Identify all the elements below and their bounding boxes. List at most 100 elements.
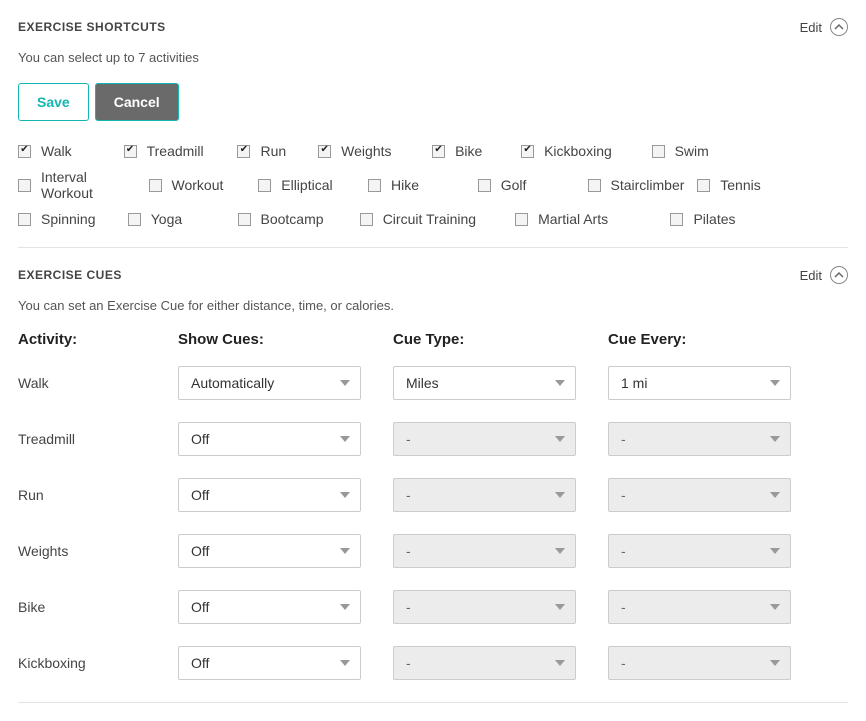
select-value: Off: [191, 487, 209, 503]
show-cues-select[interactable]: Automatically: [178, 366, 361, 400]
show-cues-select[interactable]: Off: [178, 422, 361, 456]
checkbox-icon: [697, 179, 710, 192]
chevron-down-icon: [340, 380, 350, 386]
show-cues-select[interactable]: Off: [178, 646, 361, 680]
checkbox-icon: [432, 145, 445, 158]
checkbox-icon: [124, 145, 137, 158]
shortcut-checkbox-tennis[interactable]: Tennis: [697, 169, 801, 201]
checkbox-label: Walk: [41, 143, 72, 159]
header-cue-type: Cue Type:: [393, 331, 608, 348]
shortcut-checkbox-circuit-training[interactable]: Circuit Training: [360, 211, 509, 227]
cue-row: TreadmillOff--: [18, 422, 848, 456]
edit-label: Edit: [800, 20, 822, 35]
cancel-button[interactable]: Cancel: [95, 83, 179, 121]
shortcut-checkbox-elliptical[interactable]: Elliptical: [258, 169, 362, 201]
select-value: -: [621, 655, 626, 671]
checkbox-label: Yoga: [151, 211, 182, 227]
checkbox-label: Stairclimber: [611, 177, 685, 193]
checkbox-label: Pilates: [693, 211, 735, 227]
chevron-down-icon: [770, 604, 780, 610]
chevron-down-icon: [770, 436, 780, 442]
select-value: -: [621, 431, 626, 447]
shortcuts-checkbox-grid: Walk Treadmill Run Weights Bike Kickboxing Swi…: [18, 143, 848, 227]
checkbox-label: Circuit Training: [383, 211, 476, 227]
select-value: -: [406, 543, 411, 559]
checkbox-icon: [368, 179, 381, 192]
select-value: Off: [191, 599, 209, 615]
checkbox-icon: [588, 179, 601, 192]
chevron-up-icon: [830, 18, 848, 36]
shortcut-checkbox-hike[interactable]: Hike: [368, 169, 472, 201]
cue-activity-label: Kickboxing: [18, 655, 178, 671]
cue-every-select: -: [608, 646, 791, 680]
checkbox-icon: [360, 213, 373, 226]
cues-edit-toggle[interactable]: Edit: [800, 266, 848, 284]
shortcut-checkbox-interval-workout[interactable]: Interval Workout: [18, 169, 143, 201]
show-cues-select[interactable]: Off: [178, 534, 361, 568]
checkbox-icon: [237, 145, 250, 158]
show-cues-select[interactable]: Off: [178, 590, 361, 624]
cue-type-select: -: [393, 534, 576, 568]
cue-row: BikeOff--: [18, 590, 848, 624]
cue-type-select: -: [393, 590, 576, 624]
select-value: Off: [191, 543, 209, 559]
shortcut-checkbox-swim[interactable]: Swim: [652, 143, 743, 159]
select-value: Automatically: [191, 375, 274, 391]
cue-type-select: -: [393, 422, 576, 456]
chevron-down-icon: [555, 604, 565, 610]
shortcut-checkbox-workout[interactable]: Workout: [149, 169, 253, 201]
shortcut-checkbox-pilates[interactable]: Pilates: [670, 211, 786, 227]
cues-column-headers: Activity: Show Cues: Cue Type: Cue Every…: [18, 331, 848, 348]
shortcut-checkbox-weights[interactable]: Weights: [318, 143, 426, 159]
select-value: 1 mi: [621, 375, 647, 391]
divider: [18, 702, 848, 703]
chevron-down-icon: [340, 492, 350, 498]
cue-every-select[interactable]: 1 mi: [608, 366, 791, 400]
shortcut-checkbox-yoga[interactable]: Yoga: [128, 211, 232, 227]
cue-type-select[interactable]: Miles: [393, 366, 576, 400]
shortcut-checkbox-bike[interactable]: Bike: [432, 143, 515, 159]
checkbox-icon: [149, 179, 162, 192]
select-value: Miles: [406, 375, 439, 391]
shortcut-checkbox-bootcamp[interactable]: Bootcamp: [238, 211, 354, 227]
checkbox-label: Kickboxing: [544, 143, 612, 159]
show-cues-select[interactable]: Off: [178, 478, 361, 512]
divider: [18, 247, 848, 248]
cues-title: EXERCISE CUES: [18, 268, 122, 282]
checkbox-label: Elliptical: [281, 177, 332, 193]
header-cue-every: Cue Every:: [608, 331, 823, 348]
checkbox-icon: [18, 213, 31, 226]
shortcut-checkbox-golf[interactable]: Golf: [478, 169, 582, 201]
cue-type-select: -: [393, 646, 576, 680]
checkbox-label: Spinning: [41, 211, 96, 227]
chevron-down-icon: [555, 548, 565, 554]
checkbox-label: Treadmill: [147, 143, 204, 159]
shortcut-checkbox-spinning[interactable]: Spinning: [18, 211, 122, 227]
select-value: -: [406, 599, 411, 615]
chevron-down-icon: [555, 492, 565, 498]
chevron-down-icon: [340, 436, 350, 442]
cue-every-select: -: [608, 534, 791, 568]
save-button[interactable]: Save: [18, 83, 89, 121]
shortcut-checkbox-martial-arts[interactable]: Martial Arts: [515, 211, 664, 227]
shortcut-checkbox-walk[interactable]: Walk: [18, 143, 118, 159]
checkbox-label: Run: [260, 143, 286, 159]
shortcut-checkbox-stairclimber[interactable]: Stairclimber: [588, 169, 692, 201]
cue-activity-label: Bike: [18, 599, 178, 615]
checkbox-label: Weights: [341, 143, 391, 159]
checkbox-label: Workout: [172, 177, 224, 193]
cue-activity-label: Weights: [18, 543, 178, 559]
checkbox-label: Martial Arts: [538, 211, 608, 227]
shortcuts-edit-toggle[interactable]: Edit: [800, 18, 848, 36]
chevron-down-icon: [555, 660, 565, 666]
shortcut-checkbox-treadmill[interactable]: Treadmill: [124, 143, 232, 159]
checkbox-icon: [318, 145, 331, 158]
checkbox-label: Tennis: [720, 177, 760, 193]
select-value: -: [406, 655, 411, 671]
select-value: -: [406, 487, 411, 503]
select-value: Off: [191, 655, 209, 671]
cue-type-select: -: [393, 478, 576, 512]
shortcut-checkbox-run[interactable]: Run: [237, 143, 312, 159]
shortcut-checkbox-kickboxing[interactable]: Kickboxing: [521, 143, 646, 159]
checkbox-icon: [670, 213, 683, 226]
